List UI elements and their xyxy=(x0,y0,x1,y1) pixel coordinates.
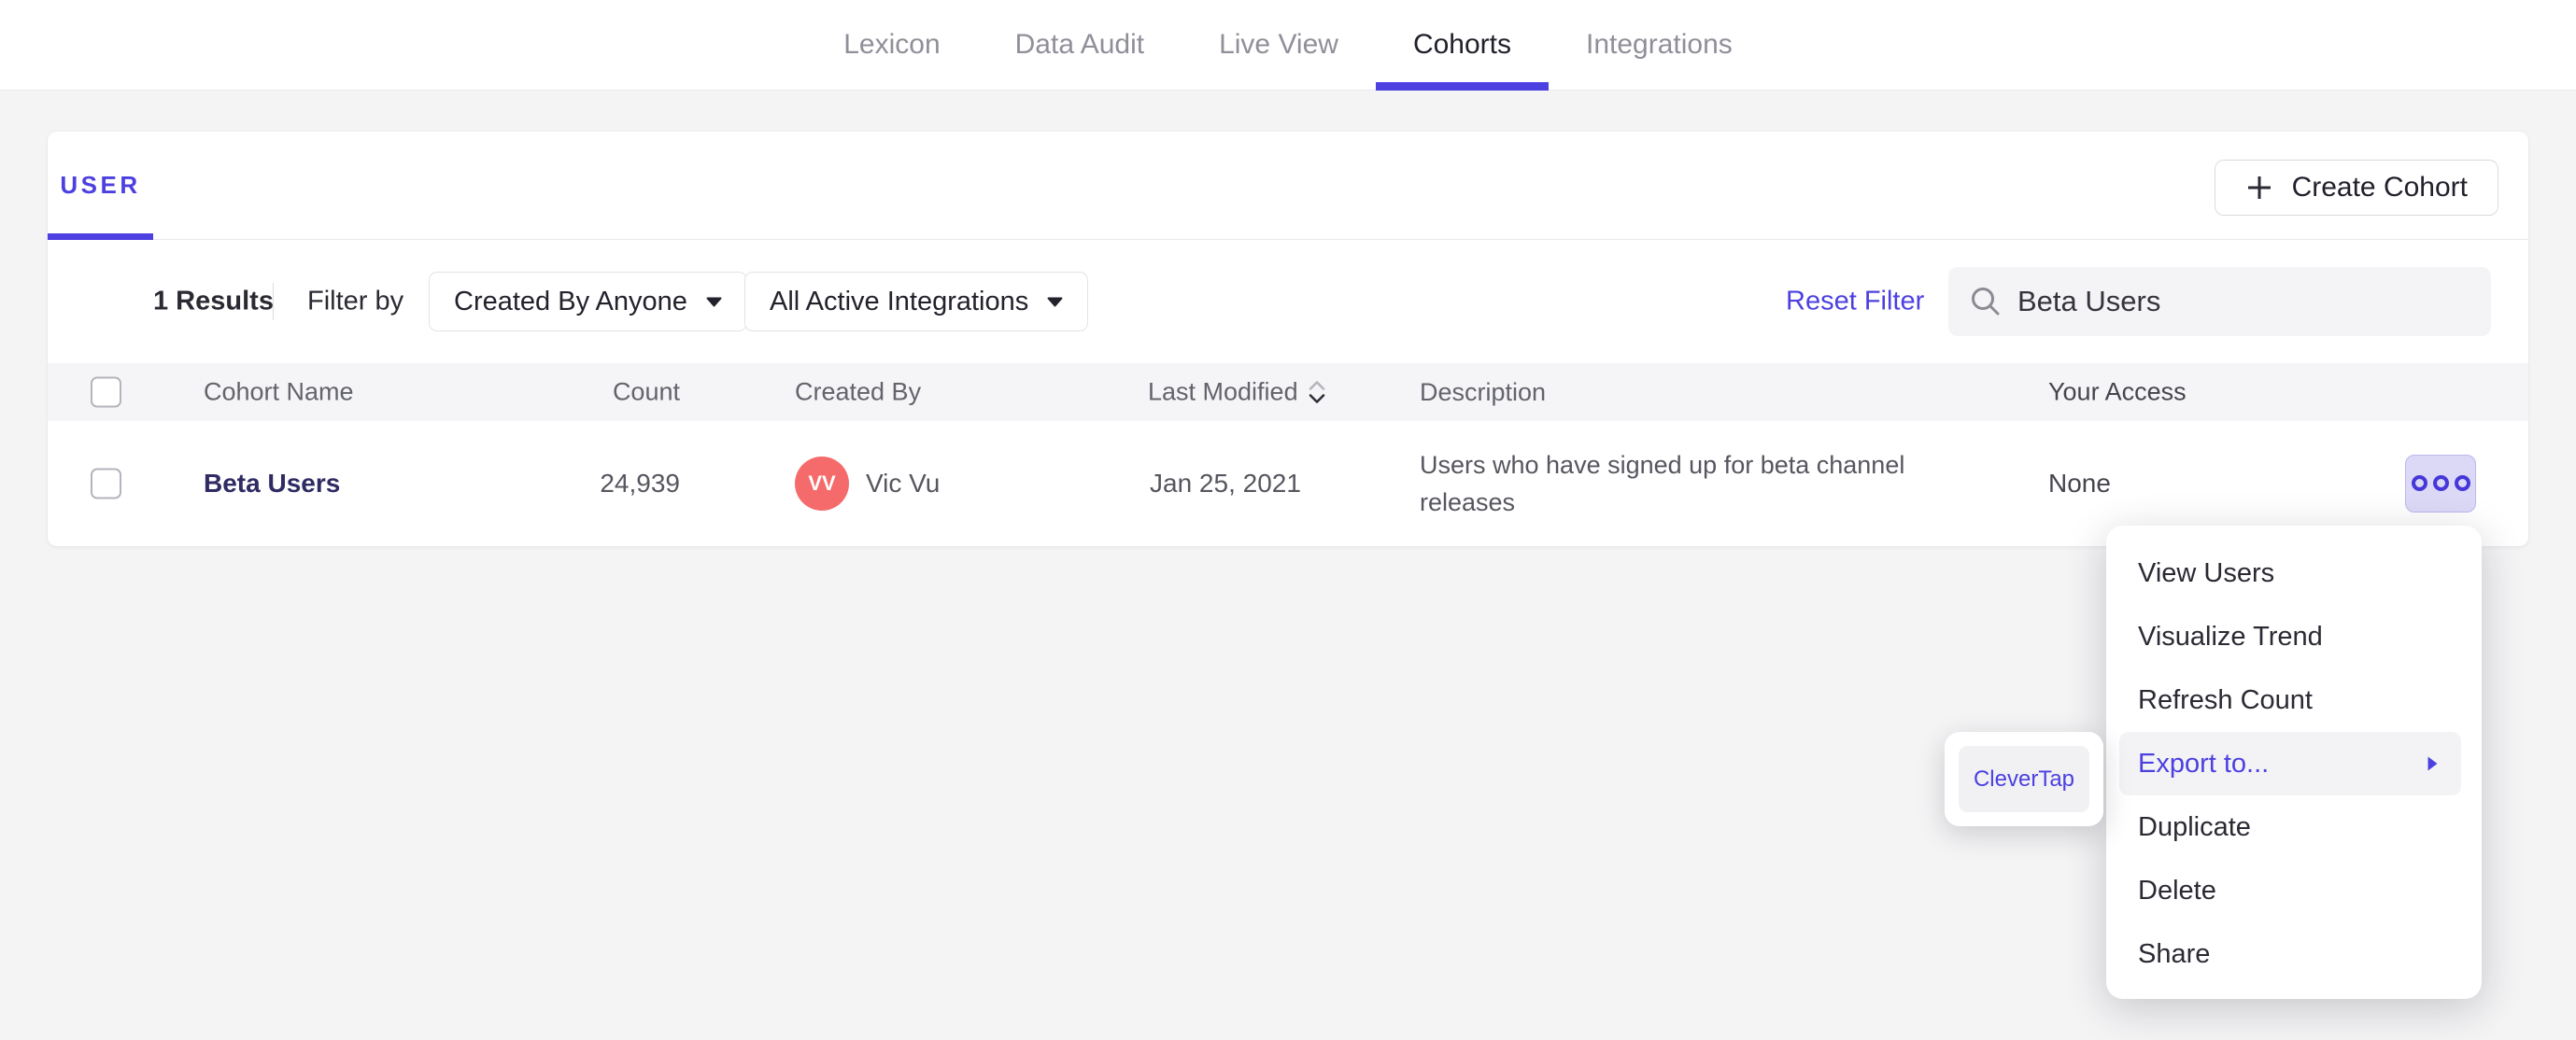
cohort-description: Users who have signed up for beta channe… xyxy=(1420,450,1905,516)
integrations-value: All Active Integrations xyxy=(770,286,1029,316)
created-by-dropdown[interactable]: Created By Anyone xyxy=(429,272,747,331)
search-icon xyxy=(1972,288,2000,316)
menu-item-export-to[interactable]: Export to... xyxy=(2119,732,2461,795)
menu-item-refresh-count[interactable]: Refresh Count xyxy=(2106,668,2482,732)
search-input[interactable] xyxy=(2017,285,2470,318)
plus-icon xyxy=(2247,176,2271,199)
nav-tab-data-audit[interactable]: Data Audit xyxy=(978,0,1182,90)
integrations-dropdown[interactable]: All Active Integrations xyxy=(744,272,1089,331)
avatar: VV xyxy=(795,456,849,511)
menu-item-visualize-trend[interactable]: Visualize Trend xyxy=(2106,605,2482,668)
menu-item-duplicate[interactable]: Duplicate xyxy=(2106,795,2482,859)
export-submenu: CleverTap xyxy=(1945,732,2103,826)
cohorts-panel: USER Create Cohort 1 Results Filter by C… xyxy=(48,132,2528,546)
results-count: 1 Results xyxy=(153,286,274,316)
chevron-down-icon xyxy=(1047,297,1063,306)
header-description: Description xyxy=(1420,378,1547,406)
creator-name: Vic Vu xyxy=(866,468,941,498)
nav-tab-lexicon[interactable]: Lexicon xyxy=(806,0,977,90)
row-actions-button[interactable] xyxy=(2405,454,2476,513)
header-your-access: Your Access xyxy=(2048,377,2187,406)
divider xyxy=(273,283,274,320)
table-header: Cohort Name Count Created By Last Modifi… xyxy=(48,363,2528,421)
header-last-modified[interactable]: Last Modified xyxy=(1148,378,1326,407)
header-last-modified-label: Last Modified xyxy=(1148,377,1298,406)
header-cohort-name: Cohort Name xyxy=(204,377,354,406)
create-cohort-label: Create Cohort xyxy=(2291,172,2468,203)
cohort-name-link[interactable]: Beta Users xyxy=(204,469,340,499)
sort-icon xyxy=(1309,380,1324,403)
created-by-value: Created By Anyone xyxy=(454,286,687,316)
row-context-menu: View Users Visualize Trend Refresh Count… xyxy=(2106,526,2482,999)
submenu-item-clevertap[interactable]: CleverTap xyxy=(1959,746,2089,812)
top-navigation: Lexicon Data Audit Live View Cohorts Int… xyxy=(0,0,2576,91)
more-options-icon xyxy=(2411,475,2427,491)
menu-item-delete[interactable]: Delete xyxy=(2106,859,2482,922)
search-box[interactable] xyxy=(1948,267,2491,336)
header-count: Count xyxy=(612,377,680,406)
last-modified-value: Jan 25, 2021 xyxy=(1150,468,1301,498)
nav-tab-live-view[interactable]: Live View xyxy=(1182,0,1376,90)
reset-filter-link[interactable]: Reset Filter xyxy=(1786,287,1924,317)
menu-item-share[interactable]: Share xyxy=(2106,922,2482,986)
export-to-label: Export to... xyxy=(2138,748,2270,779)
chevron-down-icon xyxy=(706,297,722,306)
header-created-by: Created By xyxy=(795,377,922,406)
row-checkbox[interactable] xyxy=(91,468,121,499)
filter-bar: 1 Results Filter by Created By Anyone Al… xyxy=(48,240,2528,363)
tab-user[interactable]: USER xyxy=(48,132,153,240)
cohort-count: 24,939 xyxy=(600,468,680,498)
nav-tab-cohorts[interactable]: Cohorts xyxy=(1375,0,1550,91)
access-value: None xyxy=(2048,468,2111,498)
create-cohort-button[interactable]: Create Cohort xyxy=(2214,160,2498,216)
panel-tabstrip: USER Create Cohort xyxy=(48,132,2528,240)
creator-cell: VV Vic Vu xyxy=(795,456,941,511)
menu-item-view-users[interactable]: View Users xyxy=(2106,541,2482,605)
filter-by-label: Filter by xyxy=(307,286,404,316)
select-all-checkbox[interactable] xyxy=(91,376,121,408)
nav-tab-integrations[interactable]: Integrations xyxy=(1549,0,1770,90)
submenu-arrow-icon xyxy=(2427,756,2438,771)
